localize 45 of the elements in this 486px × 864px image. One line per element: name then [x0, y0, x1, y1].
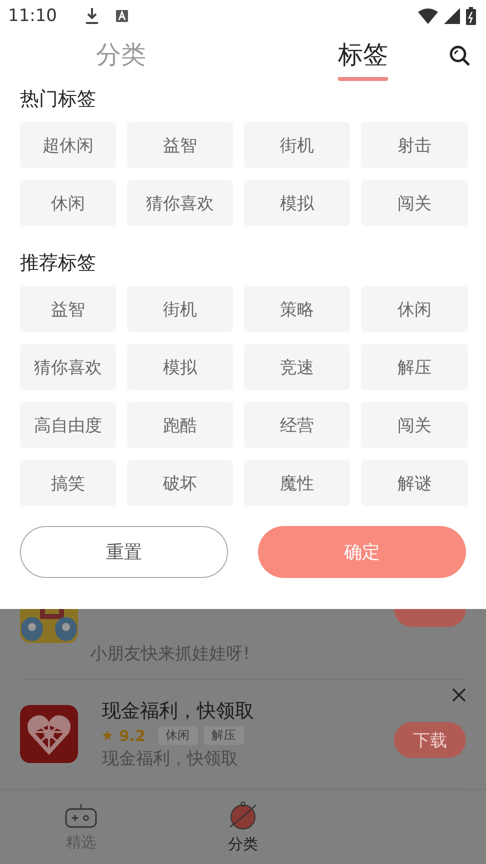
tag-chip[interactable]: 益智 — [127, 122, 233, 168]
tag-chip[interactable]: 策略 — [244, 286, 350, 332]
gamepad-icon — [64, 802, 98, 828]
tag-chip[interactable]: 休闲 — [361, 286, 468, 332]
tag-chip[interactable]: 竞速 — [244, 344, 350, 390]
tag-chip[interactable]: 解压 — [361, 344, 468, 390]
tag-chip[interactable]: 街机 — [127, 286, 233, 332]
tab[interactable]: 分类 — [96, 38, 146, 77]
tag-chip[interactable]: 高自由度 — [20, 402, 116, 448]
status-time: 11:10 — [8, 6, 57, 26]
tag-chip[interactable]: 模拟 — [244, 180, 350, 226]
app-tag: 解压 — [204, 726, 244, 745]
tag-chip[interactable]: 休闲 — [20, 180, 116, 226]
reset-button[interactable]: 重置 — [20, 526, 228, 578]
tag-chip[interactable]: 搞笑 — [20, 460, 116, 506]
tag-chip[interactable]: 经营 — [244, 402, 350, 448]
close-icon[interactable] — [452, 688, 466, 702]
rating: 9.2 — [119, 726, 146, 744]
tag-chip[interactable]: 解谜 — [361, 460, 468, 506]
nav-tab[interactable]: 分类 — [162, 790, 324, 864]
tag-chip[interactable]: 益智 — [20, 286, 116, 332]
tag-chip[interactable]: 跑酷 — [127, 402, 233, 448]
wifi-icon — [418, 8, 438, 24]
section-title: 热门标签 — [20, 87, 97, 112]
download-icon — [85, 7, 99, 25]
tag-chip[interactable]: 街机 — [244, 122, 350, 168]
tag-chip[interactable]: 模拟 — [127, 344, 233, 390]
search-icon[interactable] — [448, 44, 472, 68]
tag-chip[interactable]: 猜你喜欢 — [127, 180, 233, 226]
section-title: 推荐标签 — [20, 251, 97, 276]
tag-chip[interactable]: 破坏 — [127, 460, 233, 506]
tag-chip[interactable]: 射击 — [361, 122, 468, 168]
battery-icon — [466, 7, 476, 25]
tag-chip[interactable]: 闯关 — [361, 402, 468, 448]
tab[interactable]: 标签 — [338, 38, 388, 81]
signal-icon — [444, 8, 460, 24]
tag-chip[interactable]: 魔性 — [244, 460, 350, 506]
keyboard-icon — [115, 9, 129, 23]
tag-chip[interactable]: 闯关 — [361, 180, 468, 226]
app-tag: 休闲 — [158, 726, 198, 745]
star-icon — [102, 730, 113, 741]
app-title: 现金福利，快领取 — [102, 699, 255, 724]
tag-chip[interactable]: 猜你喜欢 — [20, 344, 116, 390]
download-button[interactable]: 下载 — [394, 722, 466, 758]
tag-chip[interactable]: 超休闲 — [20, 122, 116, 168]
